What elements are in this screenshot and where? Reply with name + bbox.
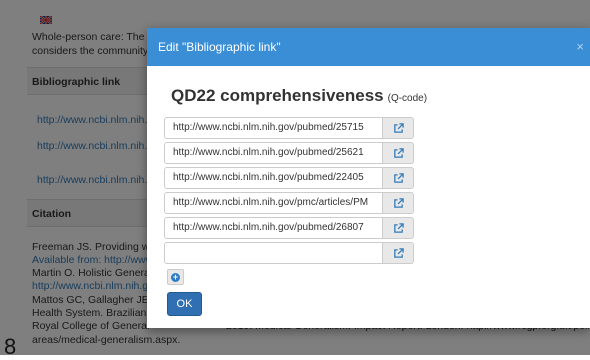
question-title: QD22 comprehensiveness bbox=[171, 86, 384, 105]
open-link-button[interactable] bbox=[383, 242, 414, 264]
question-code-suffix: (Q-code) bbox=[387, 93, 428, 104]
dialog-header: Edit "Bibliographic link" × bbox=[147, 28, 590, 66]
dialog-title: QD22 comprehensiveness (Q-code) bbox=[171, 86, 427, 106]
dialog-header-title: Edit "Bibliographic link" bbox=[158, 40, 281, 54]
external-link-icon bbox=[393, 147, 404, 158]
url-input[interactable]: http://www.ncbi.nlm.nih.gov/pubmed/22405 bbox=[164, 167, 383, 189]
url-row bbox=[164, 242, 414, 264]
url-input[interactable] bbox=[164, 242, 383, 264]
external-link-icon bbox=[393, 222, 404, 233]
open-link-button[interactable] bbox=[383, 167, 414, 189]
external-link-icon bbox=[393, 197, 404, 208]
plus-circle-icon: + bbox=[171, 271, 180, 282]
open-link-button[interactable] bbox=[383, 217, 414, 239]
url-row: http://www.ncbi.nlm.nih.gov/pubmed/26807 bbox=[164, 217, 414, 239]
external-link-icon bbox=[393, 247, 404, 258]
url-row: http://www.ncbi.nlm.nih.gov/pubmed/25715 bbox=[164, 117, 414, 139]
ok-button[interactable]: OK bbox=[167, 292, 202, 316]
url-input[interactable]: http://www.ncbi.nlm.nih.gov/pubmed/25715 bbox=[164, 117, 383, 139]
url-input[interactable]: http://www.ncbi.nlm.nih.gov/pmc/articles… bbox=[164, 192, 383, 214]
edit-bibliographic-link-dialog: Edit "Bibliographic link" × QD22 compreh… bbox=[147, 28, 590, 328]
external-link-icon bbox=[393, 122, 404, 133]
url-input[interactable]: http://www.ncbi.nlm.nih.gov/pubmed/26807 bbox=[164, 217, 383, 239]
open-link-button[interactable] bbox=[383, 117, 414, 139]
add-url-button[interactable]: + bbox=[167, 269, 184, 285]
open-link-button[interactable] bbox=[383, 192, 414, 214]
external-link-icon bbox=[393, 172, 404, 183]
url-row: http://www.ncbi.nlm.nih.gov/pubmed/25621 bbox=[164, 142, 414, 164]
url-row: http://www.ncbi.nlm.nih.gov/pmc/articles… bbox=[164, 192, 414, 214]
url-input[interactable]: http://www.ncbi.nlm.nih.gov/pubmed/25621 bbox=[164, 142, 383, 164]
open-link-button[interactable] bbox=[383, 142, 414, 164]
url-row: http://www.ncbi.nlm.nih.gov/pubmed/22405 bbox=[164, 167, 414, 189]
close-icon[interactable]: × bbox=[576, 28, 584, 66]
